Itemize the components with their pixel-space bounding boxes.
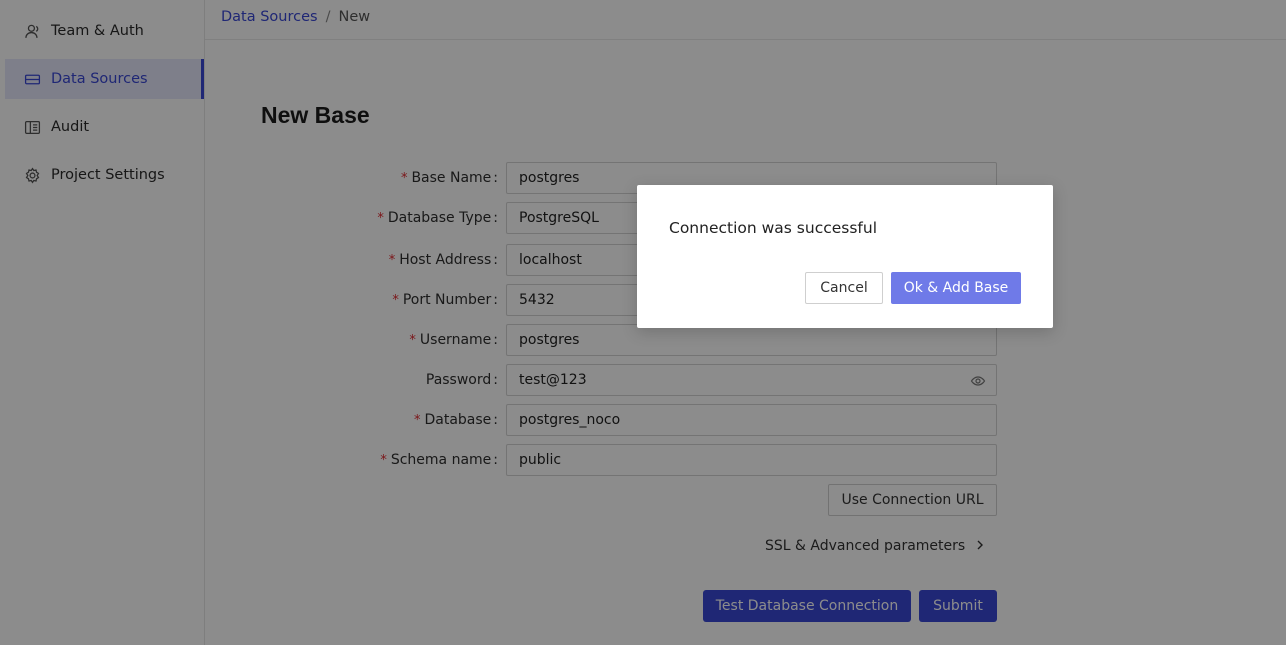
ok-add-base-button[interactable]: Ok & Add Base [891, 272, 1021, 304]
modal-message: Connection was successful [669, 219, 878, 237]
connection-success-modal: Connection was successful Cancel Ok & Ad… [637, 185, 1053, 328]
cancel-button[interactable]: Cancel [805, 272, 883, 304]
